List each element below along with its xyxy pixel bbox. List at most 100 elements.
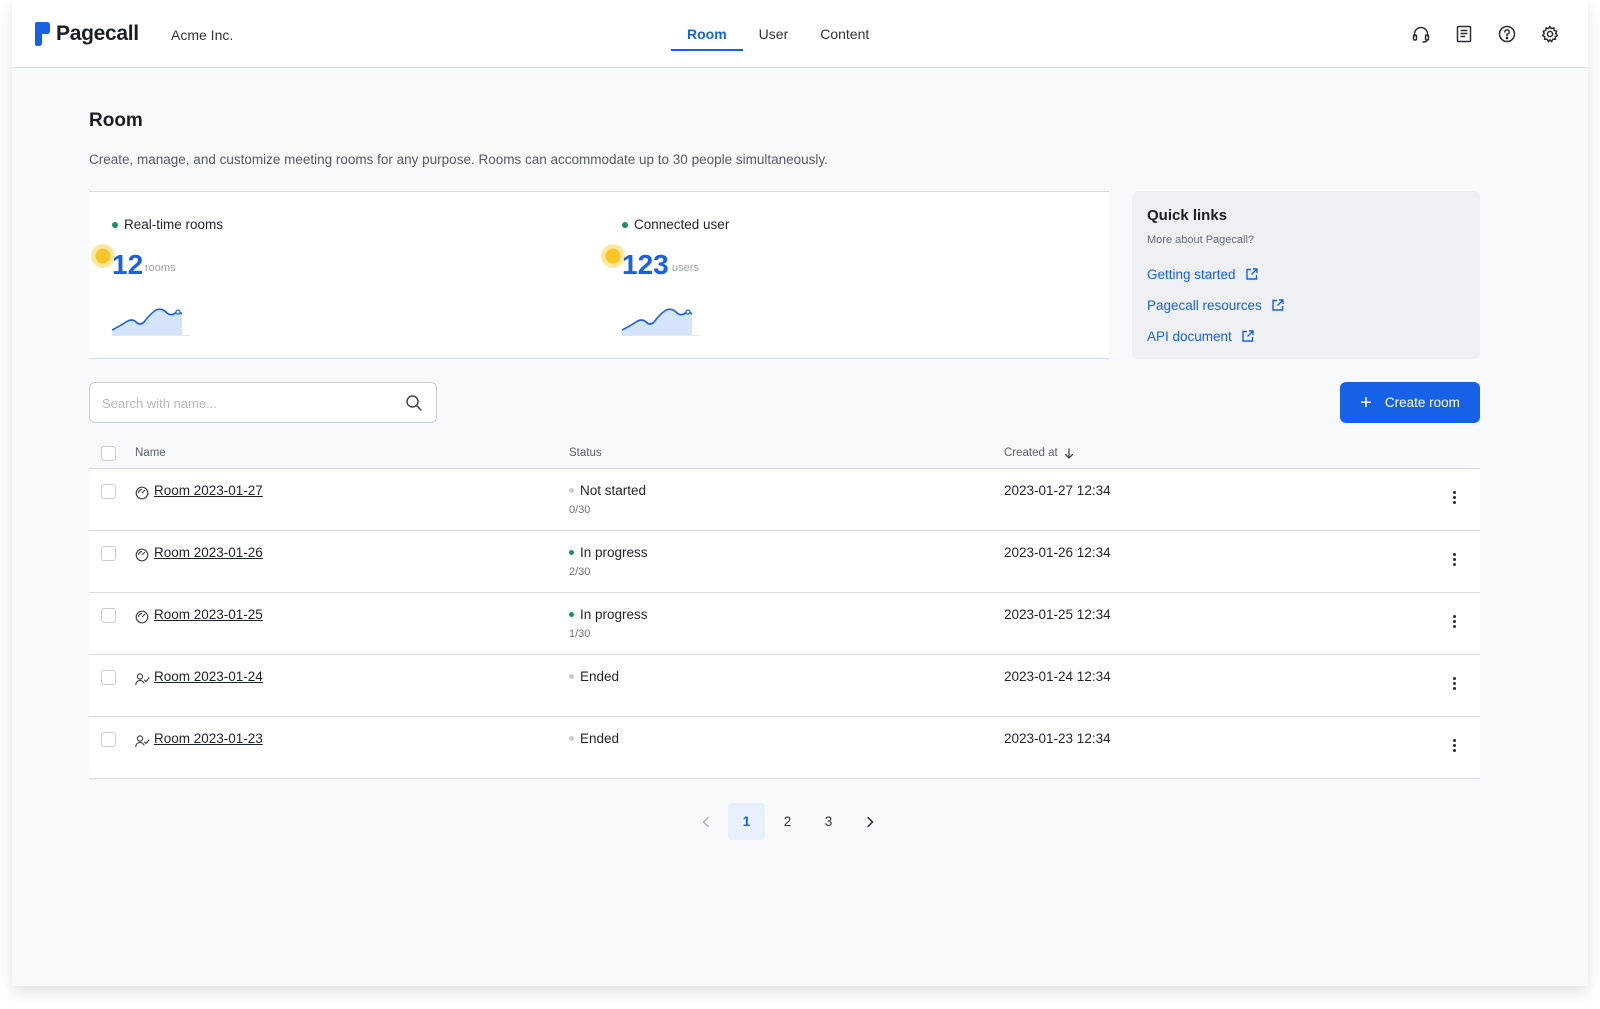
status-cell: Ended bbox=[569, 731, 619, 746]
quick-links-title: Quick links bbox=[1147, 207, 1228, 224]
status-dot bbox=[569, 736, 574, 741]
status-dot bbox=[569, 550, 574, 555]
link-label: Pagecall resources bbox=[1147, 298, 1262, 313]
quick-links-subtitle: More about Pagecall? bbox=[1147, 234, 1255, 246]
more-options-icon[interactable] bbox=[1449, 551, 1459, 569]
status-text: Not started bbox=[580, 483, 647, 498]
link-getting-started[interactable]: Getting started bbox=[1147, 267, 1258, 282]
room-name-link[interactable]: Room 2023-01-25 bbox=[154, 607, 263, 622]
settings-icon[interactable] bbox=[1540, 24, 1560, 44]
pagination: 1 2 3 bbox=[687, 803, 892, 840]
table-row[interactable]: Room 2023-01-24 Ended 2023-01-24 12:34 bbox=[89, 655, 1480, 717]
room-name-link[interactable]: Room 2023-01-24 bbox=[154, 669, 263, 684]
table-header: Name Status Created at bbox=[89, 436, 1480, 469]
search-input[interactable] bbox=[102, 393, 392, 413]
next-page-button[interactable] bbox=[851, 803, 888, 840]
timer-icon bbox=[135, 610, 149, 624]
external-link-icon bbox=[1272, 299, 1284, 311]
stat-label-text: Real-time rooms bbox=[124, 217, 224, 232]
headset-icon[interactable] bbox=[1411, 24, 1431, 44]
row-checkbox[interactable] bbox=[101, 546, 116, 561]
external-link-icon bbox=[1245, 268, 1258, 280]
page-3-button[interactable]: 3 bbox=[810, 803, 847, 840]
link-api-document[interactable]: API document bbox=[1147, 329, 1254, 344]
document-icon[interactable] bbox=[1454, 24, 1474, 44]
page-2-button[interactable]: 2 bbox=[769, 803, 806, 840]
sparkline-chart bbox=[112, 308, 190, 336]
tab-content[interactable]: Content bbox=[804, 0, 885, 68]
created-at-text: 2023-01-25 12:34 bbox=[1004, 607, 1111, 622]
top-header: Pagecall Acme Inc. Room User Content bbox=[12, 0, 1588, 68]
capacity-text: 0/30 bbox=[569, 504, 591, 516]
main-nav: Room User Content bbox=[671, 0, 885, 68]
room-name-link[interactable]: Room 2023-01-26 bbox=[154, 545, 263, 560]
stat-connected-users: Connected user 123 users bbox=[599, 192, 1079, 358]
timer-icon bbox=[135, 486, 149, 500]
search-icon[interactable] bbox=[405, 394, 423, 412]
organization-name[interactable]: Acme Inc. bbox=[171, 27, 233, 43]
row-checkbox[interactable] bbox=[101, 484, 116, 499]
stat-label-text: Connected user bbox=[634, 217, 730, 232]
status-cell: In progress bbox=[569, 607, 648, 622]
help-icon[interactable] bbox=[1497, 24, 1517, 44]
created-at-text: 2023-01-24 12:34 bbox=[1004, 669, 1111, 684]
stat-label: Connected user bbox=[622, 217, 729, 232]
table-row[interactable]: Room 2023-01-27 Not started 0/30 2023-01… bbox=[89, 469, 1480, 531]
page-1-button[interactable]: 1 bbox=[728, 803, 765, 840]
sort-down-icon[interactable] bbox=[1064, 447, 1074, 459]
page-description: Create, manage, and customize meeting ro… bbox=[89, 152, 828, 167]
more-options-icon[interactable] bbox=[1449, 613, 1459, 631]
stats-panel: Real-time rooms 12 rooms Connected user … bbox=[89, 191, 1109, 359]
more-options-icon[interactable] bbox=[1449, 489, 1459, 507]
link-label: Getting started bbox=[1147, 267, 1236, 282]
capacity-text: 1/30 bbox=[569, 628, 591, 640]
sparkline-chart bbox=[622, 308, 700, 336]
user-check-icon bbox=[135, 673, 150, 686]
status-text: Ended bbox=[580, 731, 620, 746]
status-dot bbox=[569, 488, 574, 493]
brand-logo[interactable]: Pagecall bbox=[35, 22, 139, 46]
user-check-icon bbox=[135, 735, 150, 748]
table-row[interactable]: Room 2023-01-26 In progress 2/30 2023-01… bbox=[89, 531, 1480, 593]
capacity-text: 2/30 bbox=[569, 566, 591, 578]
stat-unit: rooms bbox=[145, 262, 176, 274]
select-all-checkbox[interactable] bbox=[101, 446, 116, 461]
status-cell: Ended bbox=[569, 669, 619, 684]
create-room-button[interactable]: + Create room bbox=[1340, 382, 1480, 423]
stat-label: Real-time rooms bbox=[112, 217, 223, 232]
stat-unit: users bbox=[672, 262, 699, 274]
table-row[interactable]: Room 2023-01-23 Ended 2023-01-23 12:34 bbox=[89, 717, 1480, 779]
column-header-created[interactable]: Created at bbox=[1004, 447, 1074, 459]
link-label: API document bbox=[1147, 329, 1232, 344]
link-pagecall-resources[interactable]: Pagecall resources bbox=[1147, 298, 1284, 313]
app-window: Pagecall Acme Inc. Room User Content Roo… bbox=[12, 0, 1588, 986]
stat-realtime-rooms: Real-time rooms 12 rooms bbox=[89, 192, 569, 358]
more-options-icon[interactable] bbox=[1449, 737, 1459, 755]
column-header-status[interactable]: Status bbox=[569, 447, 602, 459]
header-actions bbox=[1411, 24, 1560, 44]
room-name-link[interactable]: Room 2023-01-23 bbox=[154, 731, 263, 746]
created-at-text: 2023-01-26 12:34 bbox=[1004, 545, 1111, 560]
status-dot bbox=[112, 221, 118, 228]
prev-page-button[interactable] bbox=[687, 803, 724, 840]
row-checkbox[interactable] bbox=[101, 608, 116, 623]
row-checkbox[interactable] bbox=[101, 670, 116, 685]
status-text: Ended bbox=[580, 669, 620, 684]
stat-value: 12 bbox=[112, 249, 144, 280]
tab-user[interactable]: User bbox=[743, 0, 805, 68]
status-text: In progress bbox=[580, 607, 648, 622]
search-box bbox=[89, 382, 437, 423]
external-link-icon bbox=[1242, 330, 1254, 342]
tab-room[interactable]: Room bbox=[671, 0, 743, 68]
row-checkbox[interactable] bbox=[101, 732, 116, 747]
room-name-link[interactable]: Room 2023-01-27 bbox=[154, 483, 263, 498]
table-row[interactable]: Room 2023-01-25 In progress 1/30 2023-01… bbox=[89, 593, 1480, 655]
status-cell: Not started bbox=[569, 483, 646, 498]
stat-value: 123 bbox=[622, 249, 669, 280]
chevron-right-icon bbox=[866, 816, 874, 827]
column-header-name[interactable]: Name bbox=[135, 447, 166, 459]
status-dot bbox=[569, 612, 574, 617]
chevron-left-icon bbox=[701, 816, 709, 827]
status-dot bbox=[622, 221, 628, 228]
more-options-icon[interactable] bbox=[1449, 675, 1459, 693]
